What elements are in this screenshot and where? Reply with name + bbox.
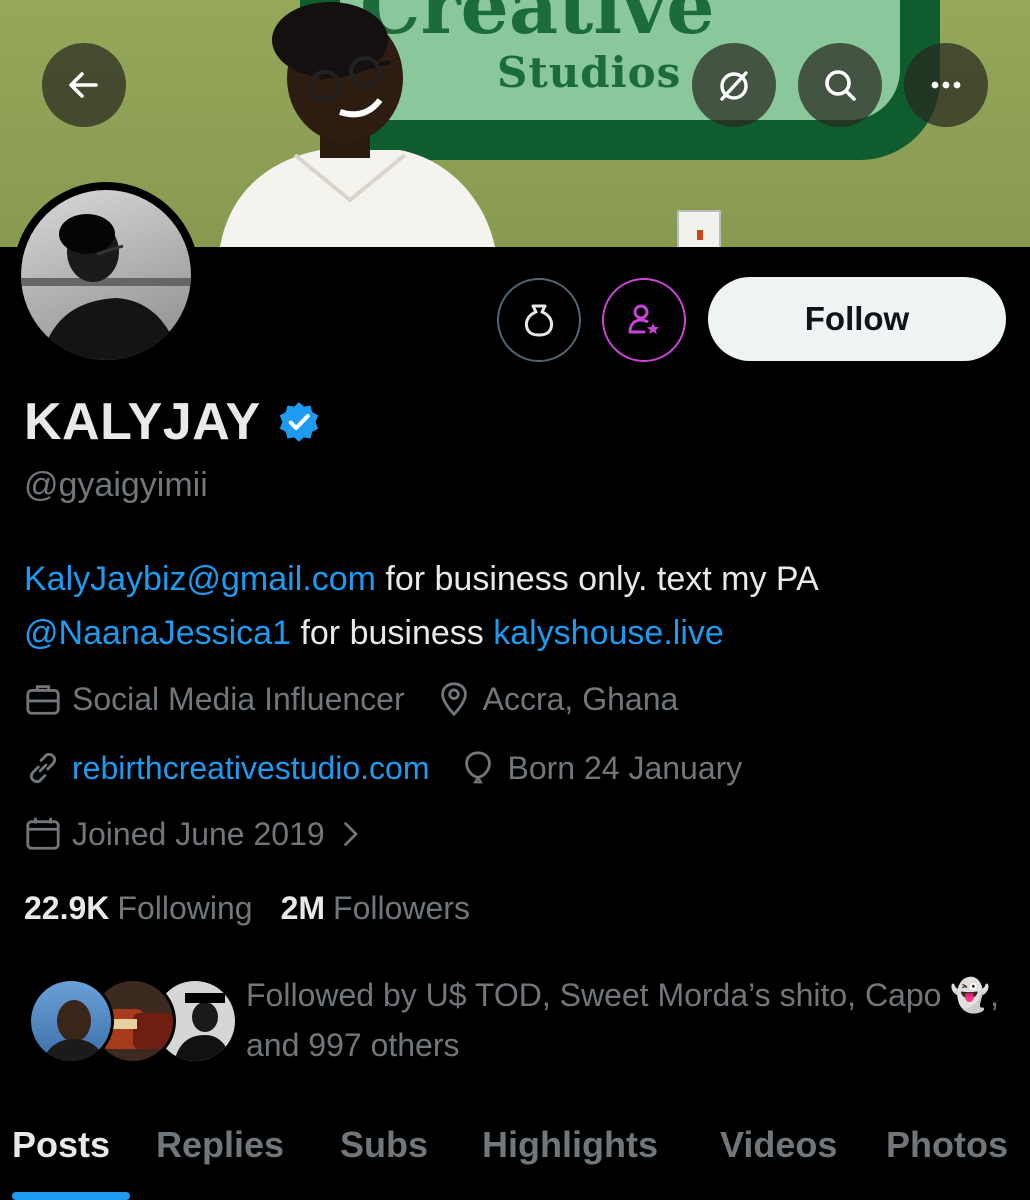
followers-label: Followers (333, 890, 470, 926)
birthday: Born 24 January (459, 749, 742, 787)
profile-tabs: Posts Replies Subs Highlights Videos Pho… (0, 1116, 1030, 1200)
followers-count: 2M (280, 890, 326, 926)
birthday-text: Born 24 January (507, 749, 743, 786)
display-name: KALYJAY (24, 393, 261, 451)
tab-highlights[interactable]: Highlights (482, 1124, 658, 1166)
tip-button[interactable] (497, 278, 581, 362)
bio-mention-link[interactable]: @NaanaJessica1 (24, 614, 291, 652)
followers-stat[interactable]: 2M Followers (281, 890, 470, 927)
tab-videos[interactable]: Videos (720, 1124, 837, 1166)
wall-switch (677, 210, 721, 247)
link-icon (29, 752, 57, 784)
banner-person (220, 2, 495, 247)
arrow-left-icon (69, 72, 98, 98)
ghost-emoji: 👻 (950, 977, 991, 1013)
active-tab-indicator (12, 1192, 130, 1200)
search-icon (825, 70, 856, 101)
verified-badge-icon[interactable] (277, 400, 321, 444)
following-label: Following (117, 890, 253, 926)
meta-row-3[interactable]: Joined June 2019 (24, 815, 395, 853)
more-icon (931, 81, 961, 89)
bio-email-link[interactable]: KalyJaybiz@gmail.com (24, 560, 376, 598)
location: Accra, Ghana (435, 680, 679, 718)
followed-by-text[interactable]: Followed by U$ TOD, Sweet Morda’s shito,… (246, 970, 1016, 1070)
subscribe-person-star-icon (628, 304, 659, 334)
bio-site-link[interactable]: kalyshouse.live (493, 614, 724, 652)
meta-row-1: Social Media Influencer Accra, Ghana (24, 680, 708, 718)
meta-row-2: rebirthcreativestudio.com Born 24 Januar… (24, 749, 772, 787)
grok-button[interactable] (692, 43, 776, 127)
chevron-right-icon (343, 822, 358, 846)
money-bag-icon (524, 304, 554, 337)
profession-text: Social Media Influencer (72, 680, 405, 717)
name-row: KALYJAY (24, 392, 321, 452)
bio-text-1: for business only. text my PA (375, 560, 817, 598)
back-button[interactable] (42, 43, 126, 127)
grok-icon (720, 71, 748, 101)
calendar-icon (26, 817, 60, 850)
followed-by-line1: Followed by U$ TOD, Sweet Morda’s shito,… (246, 977, 942, 1013)
following-stat[interactable]: 22.9K Following (24, 890, 253, 927)
following-count: 22.9K (24, 890, 110, 926)
website-link[interactable]: rebirthcreativestudio.com (72, 750, 429, 787)
tab-replies[interactable]: Replies (156, 1124, 284, 1166)
location-pin-icon (440, 682, 467, 717)
profession: Social Media Influencer (24, 680, 405, 718)
avatar-photo (21, 190, 191, 360)
location-text: Accra, Ghana (482, 680, 679, 717)
followed-by-avatars[interactable] (28, 978, 238, 1064)
more-button[interactable] (904, 43, 988, 127)
subscribe-button[interactable] (602, 278, 686, 362)
bio-text-2: for business (291, 614, 494, 652)
follow-button[interactable]: Follow (708, 277, 1006, 361)
profile-handle: @gyaigyimii (24, 466, 208, 504)
briefcase-icon (26, 685, 60, 715)
follow-stats: 22.9K Following 2M Followers (24, 890, 470, 927)
tab-posts[interactable]: Posts (12, 1124, 110, 1166)
search-button[interactable] (798, 43, 882, 127)
joined[interactable]: Joined June 2019 (24, 815, 365, 853)
profile-avatar[interactable] (13, 182, 199, 368)
follower-avatar-1 (28, 978, 114, 1064)
tab-photos[interactable]: Photos (886, 1124, 1008, 1166)
website[interactable]: rebirthcreativestudio.com (24, 749, 429, 787)
tab-subs[interactable]: Subs (340, 1124, 428, 1166)
joined-text: Joined June 2019 (72, 815, 325, 852)
profile-bio: KalyJaybiz@gmail.com for business only. … (24, 552, 1014, 660)
banner-sign-text: Studios (497, 48, 682, 97)
balloon-icon (465, 751, 492, 784)
